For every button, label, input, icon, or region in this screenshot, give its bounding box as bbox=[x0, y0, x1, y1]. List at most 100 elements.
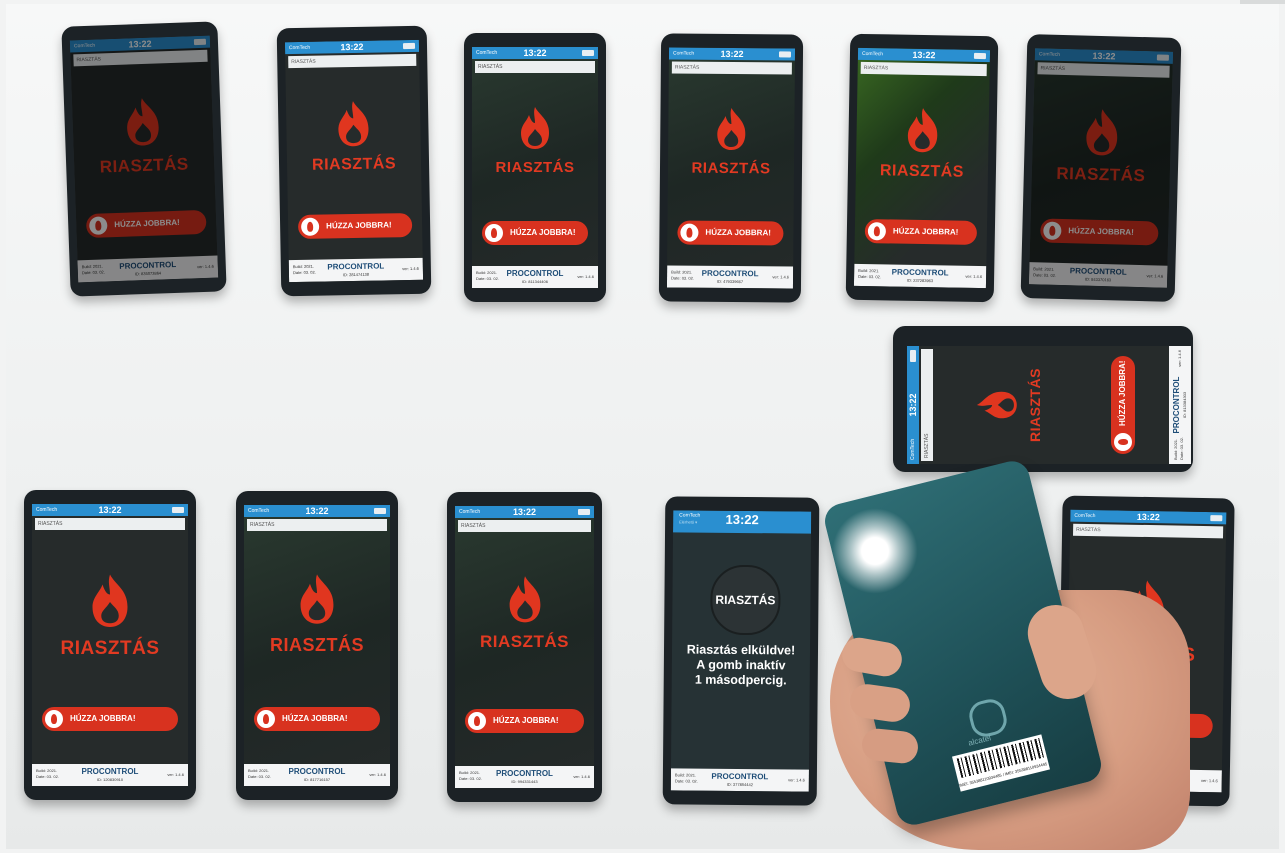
phone-screen: ComTech Elérhető ▾ 13:22 RIASZTÁS Riaszt… bbox=[670, 510, 812, 792]
carrier-brand: ComTech bbox=[36, 507, 58, 513]
swipe-to-alert-slider[interactable]: HÚZZA JOBBRA! bbox=[42, 707, 178, 731]
device-name-field[interactable]: RIASZTÁS bbox=[1073, 523, 1224, 539]
phone-alert-screen: ComTech13:22RIASZTÁSRIASZTÁSHÚZZA JOBBRA… bbox=[276, 25, 432, 297]
clock: 13:22 bbox=[305, 506, 329, 516]
alert-button[interactable]: RIASZTÁS bbox=[710, 564, 781, 636]
battery-icon bbox=[578, 509, 590, 515]
device-name-field[interactable]: RIASZTÁS bbox=[73, 49, 208, 67]
swipe-to-alert-slider[interactable]: HÚZZA JOBBRA! bbox=[864, 219, 978, 245]
sent-message-line: A gomb inaktív bbox=[696, 657, 786, 673]
phone-alert-screen: ComTech13:22RIASZTÁSRIASZTÁSHÚZZA JOBBRA… bbox=[236, 491, 398, 800]
sent-message: Riasztás elküldve! A gomb inaktív 1 máso… bbox=[672, 642, 810, 688]
flame-knob-icon[interactable] bbox=[1114, 433, 1132, 451]
app-footer: Build: 2021. Date: 03. 02. PROCONTROL ID: 9… bbox=[455, 766, 594, 788]
version-label: ver: 1.4.6 bbox=[1201, 777, 1218, 784]
device-name-field[interactable]: RIASZTÁS bbox=[921, 349, 933, 461]
phone-alert-screen: ComTech13:22RIASZTÁSRIASZTÁSHÚZZA JOBBRA… bbox=[61, 21, 227, 297]
carrier-brand: ComTech bbox=[910, 438, 916, 460]
slider-label: HÚZZA JOBBRA! bbox=[1068, 226, 1134, 237]
carrier-brand: ComTech bbox=[672, 50, 695, 57]
flame-icon-wrap bbox=[711, 106, 751, 157]
clock: 13:22 bbox=[1136, 511, 1160, 523]
app-footer: Build: 2021. Date: 03. 02. PROCONTROL ID: 2… bbox=[288, 257, 424, 283]
flame-knob-icon[interactable] bbox=[88, 216, 108, 235]
flame-knob-icon[interactable] bbox=[468, 712, 486, 730]
device-name-field[interactable]: RIASZTÁS bbox=[288, 53, 417, 69]
swipe-to-alert-slider[interactable]: HÚZZA JOBBRA! bbox=[1111, 356, 1135, 454]
alert-title: RIASZTÁS bbox=[879, 162, 965, 181]
version-label: ver: 1.4.6 bbox=[1146, 273, 1164, 279]
footer-brand: PROCONTROL bbox=[81, 767, 139, 776]
clock: 13:22 bbox=[1092, 50, 1116, 62]
slider-label: HÚZZA JOBBRA! bbox=[510, 228, 576, 237]
flashlight-glow bbox=[832, 508, 918, 594]
flame-knob-icon[interactable] bbox=[45, 710, 63, 728]
alert-title: RIASZTÁS bbox=[691, 159, 771, 178]
phone-screen: ComTech13:22RIASZTÁSRIASZTÁSHÚZZA JOBBRA… bbox=[284, 39, 424, 283]
slider-label: HÚZZA JOBBRA! bbox=[70, 714, 136, 723]
device-name-field[interactable]: RIASZTÁS bbox=[1037, 62, 1170, 78]
device-name-field[interactable]: RIASZTÁS bbox=[860, 61, 987, 77]
clock: 13:22 bbox=[98, 505, 122, 515]
battery-icon bbox=[582, 50, 594, 56]
battery-icon bbox=[973, 52, 987, 60]
device-name-field[interactable]: RIASZTÁS bbox=[458, 520, 591, 532]
phone-screen: ComTech13:22RIASZTÁSRIASZTÁSHÚZZA JOBBRA… bbox=[244, 505, 390, 786]
phone-alert-screen: ComTech13:22RIASZTÁSRIASZTÁSHÚZZA JOBBRA… bbox=[24, 490, 196, 800]
version-label: ver: 1.4.6 bbox=[577, 274, 594, 279]
device-id: ID: 817716157 bbox=[303, 777, 331, 782]
swipe-to-alert-slider[interactable]: HÚZZA JOBBRA! bbox=[465, 709, 584, 733]
swipe-to-alert-slider[interactable]: HÚZZA JOBBRA! bbox=[254, 707, 380, 731]
phone-alert-screen: ComTech13:22RIASZTÁSRIASZTÁSHÚZZA JOBBRA… bbox=[658, 33, 804, 303]
flame-knob-icon[interactable] bbox=[257, 710, 275, 728]
flame-icon-wrap bbox=[331, 99, 375, 154]
swipe-to-alert-slider[interactable]: HÚZZA JOBBRA! bbox=[677, 220, 784, 246]
battery-icon bbox=[193, 38, 207, 46]
app-footer: Build: 2021. Date: 03. 02. PROCONTROL ID: 8… bbox=[1169, 346, 1191, 464]
flame-icon-wrap bbox=[294, 572, 341, 631]
swipe-to-alert-slider[interactable]: HÚZZA JOBBRA! bbox=[85, 209, 207, 239]
version-label: ver: 1.4.6 bbox=[573, 774, 590, 779]
status-bar: ComTech 13:22 bbox=[472, 47, 598, 59]
clock: 13:22 bbox=[523, 48, 547, 58]
clock: 13:22 bbox=[908, 393, 918, 417]
flame-knob-icon[interactable] bbox=[485, 224, 503, 242]
status-bar: ComTech 13:22 bbox=[1034, 48, 1174, 64]
flame-knob-icon[interactable] bbox=[1043, 221, 1062, 240]
device-name-field[interactable]: RIASZTÁS bbox=[475, 61, 595, 73]
battery-icon bbox=[1156, 54, 1169, 61]
flame-knob-icon[interactable] bbox=[300, 217, 320, 236]
device-name-field[interactable]: RIASZTÁS bbox=[671, 61, 792, 75]
sent-message-line: Riasztás elküldve! bbox=[686, 642, 796, 658]
swipe-to-alert-slider[interactable]: HÚZZA JOBBRA! bbox=[297, 212, 413, 239]
phone-screen: ComTech13:22RIASZTÁSRIASZTÁSHÚZZA JOBBRA… bbox=[1028, 48, 1174, 288]
flame-icon bbox=[127, 98, 159, 146]
phone-alert-screen: ComTech13:22RIASZTÁSRIASZTÁSHÚZZA JOBBRA… bbox=[1020, 34, 1182, 302]
slider-label: HÚZZA JOBBRA! bbox=[1118, 360, 1127, 426]
device-name-field[interactable]: RIASZTÁS bbox=[247, 519, 387, 531]
photo-scene: ComTech 13:22 RIASZTÁS RIASZTÁS HÚZZA JOBBRA… bbox=[0, 0, 1285, 853]
status-bar: ComTech 13:22 bbox=[1070, 509, 1227, 525]
carrier-brand: ComTech bbox=[861, 50, 884, 58]
app-footer: Build: 2021. Date: 03. 02. PROCONTROL ID: 8… bbox=[1028, 262, 1168, 288]
flame-knob-icon[interactable] bbox=[680, 223, 699, 242]
alert-title: RIASZTÁS bbox=[1056, 163, 1146, 186]
version-label: ver: 1.4.6 bbox=[402, 265, 419, 272]
device-id: ID: 120830910 bbox=[96, 777, 124, 782]
device-name-field[interactable]: RIASZTÁS bbox=[35, 518, 185, 530]
carrier-brand: ComTech bbox=[476, 50, 498, 56]
swipe-to-alert-slider[interactable]: HÚZZA JOBBRA! bbox=[1040, 218, 1159, 246]
swipe-to-alert-slider[interactable]: HÚZZA JOBBRA! bbox=[482, 221, 588, 245]
phone-alert-screen: ComTech13:22RIASZTÁSRIASZTÁSHÚZZA JOBBRA… bbox=[893, 326, 1193, 472]
phone-screen: ComTech13:22RIASZTÁSRIASZTÁSHÚZZA JOBBRA… bbox=[666, 47, 796, 289]
version-label: ver: 1.4.6 bbox=[1177, 350, 1182, 367]
alert-title: RIASZTÁS bbox=[1027, 368, 1043, 442]
version-label: ver: 1.4.6 bbox=[197, 263, 214, 270]
slider-label: HÚZZA JOBBRA! bbox=[892, 226, 959, 237]
flame-icon bbox=[300, 574, 334, 624]
flame-icon bbox=[717, 108, 746, 151]
alert-title: RIASZTÁS bbox=[270, 635, 364, 655]
flame-knob-icon[interactable] bbox=[867, 222, 887, 241]
flame-icon bbox=[521, 107, 549, 149]
clock: 13:22 bbox=[720, 48, 744, 60]
